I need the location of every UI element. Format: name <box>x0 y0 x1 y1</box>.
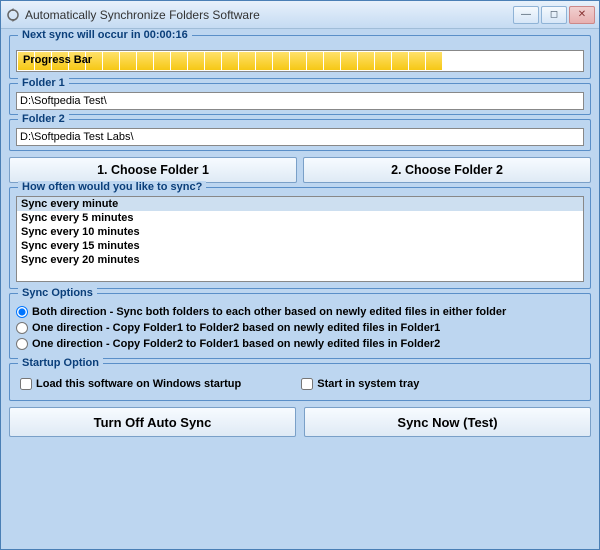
startup-group: Startup Option Load this software on Win… <box>9 363 591 401</box>
load-on-startup-label: Load this software on Windows startup <box>36 378 241 390</box>
load-on-startup-row[interactable]: Load this software on Windows startup <box>20 376 241 392</box>
sync-option-label: One direction - Copy Folder1 to Folder2 … <box>32 322 440 334</box>
sync-option-radio[interactable] <box>16 322 28 334</box>
progress-block <box>154 52 170 70</box>
countdown-group: Next sync will occur in 00:00:16 Progres… <box>9 35 591 79</box>
progress-block <box>273 52 289 70</box>
app-icon <box>5 7 21 23</box>
progress-block <box>324 52 340 70</box>
start-in-tray-label: Start in system tray <box>317 378 419 390</box>
countdown-prefix: Next sync will occur in <box>22 29 144 41</box>
progress-block <box>222 52 238 70</box>
interval-option[interactable]: Sync every minute <box>17 197 583 211</box>
folder1-group: Folder 1 <box>9 83 591 115</box>
interval-option[interactable]: Sync every 15 minutes <box>17 239 583 253</box>
sync-option-radio[interactable] <box>16 306 28 318</box>
turn-off-autosync-button[interactable]: Turn Off Auto Sync <box>9 407 296 437</box>
progress-block <box>375 52 391 70</box>
interval-legend: How often would you like to sync? <box>18 181 206 193</box>
folder2-path-input[interactable] <box>16 128 584 146</box>
sync-option-label: One direction - Copy Folder2 to Folder1 … <box>32 338 440 350</box>
interval-listbox[interactable]: Sync every minuteSync every 5 minutesSyn… <box>16 196 584 282</box>
sync-options-group: Sync Options Both direction - Sync both … <box>9 293 591 359</box>
progress-block <box>460 52 476 70</box>
load-on-startup-checkbox[interactable] <box>20 378 32 390</box>
start-in-tray-row[interactable]: Start in system tray <box>301 376 419 392</box>
progress-blocks <box>17 51 583 71</box>
progress-block <box>205 52 221 70</box>
progress-block <box>256 52 272 70</box>
progress-block <box>409 52 425 70</box>
interval-option[interactable]: Sync every 20 minutes <box>17 253 583 267</box>
window-title: Automatically Synchronize Folders Softwa… <box>25 8 513 22</box>
progress-label: Progress Bar <box>23 54 92 66</box>
progress-block <box>545 52 561 70</box>
maximize-button[interactable]: ◻ <box>541 6 567 24</box>
progress-block <box>341 52 357 70</box>
progress-block <box>528 52 544 70</box>
countdown-time: 00:00:16 <box>144 29 188 41</box>
progress-block <box>103 52 119 70</box>
sync-option-radio[interactable] <box>16 338 28 350</box>
sync-option-row[interactable]: One direction - Copy Folder1 to Folder2 … <box>16 320 584 336</box>
app-window: Automatically Synchronize Folders Softwa… <box>0 0 600 550</box>
sync-now-button[interactable]: Sync Now (Test) <box>304 407 591 437</box>
progress-block <box>307 52 323 70</box>
progress-block <box>188 52 204 70</box>
progress-block <box>511 52 527 70</box>
progress-block <box>290 52 306 70</box>
folder1-legend: Folder 1 <box>18 77 69 89</box>
minimize-button[interactable]: — <box>513 6 539 24</box>
progress-block <box>443 52 459 70</box>
progress-block <box>562 52 578 70</box>
sync-option-row[interactable]: Both direction - Sync both folders to ea… <box>16 304 584 320</box>
choose-folder-row: 1. Choose Folder 1 2. Choose Folder 2 <box>9 157 591 183</box>
progress-block <box>171 52 187 70</box>
progress-block <box>392 52 408 70</box>
progress-block <box>426 52 442 70</box>
window-controls: — ◻ ✕ <box>513 6 595 24</box>
sync-options-legend: Sync Options <box>18 287 97 299</box>
progress-block <box>137 52 153 70</box>
start-in-tray-checkbox[interactable] <box>301 378 313 390</box>
close-button[interactable]: ✕ <box>569 6 595 24</box>
progress-block <box>120 52 136 70</box>
progress-block <box>239 52 255 70</box>
titlebar: Automatically Synchronize Folders Softwa… <box>1 1 599 29</box>
choose-folder2-button[interactable]: 2. Choose Folder 2 <box>303 157 591 183</box>
progress-block <box>358 52 374 70</box>
progress-block <box>477 52 493 70</box>
folder1-path-input[interactable] <box>16 92 584 110</box>
progress-bar: Progress Bar <box>16 50 584 72</box>
choose-folder1-button[interactable]: 1. Choose Folder 1 <box>9 157 297 183</box>
sync-options-container: Both direction - Sync both folders to ea… <box>16 304 584 352</box>
countdown-legend: Next sync will occur in 00:00:16 <box>18 29 192 41</box>
startup-legend: Startup Option <box>18 357 103 369</box>
folder2-group: Folder 2 <box>9 119 591 151</box>
progress-block <box>494 52 510 70</box>
sync-option-label: Both direction - Sync both folders to ea… <box>32 306 506 318</box>
sync-option-row[interactable]: One direction - Copy Folder2 to Folder1 … <box>16 336 584 352</box>
interval-option[interactable]: Sync every 10 minutes <box>17 225 583 239</box>
interval-option[interactable]: Sync every 5 minutes <box>17 211 583 225</box>
folder2-legend: Folder 2 <box>18 113 69 125</box>
bottom-button-row: Turn Off Auto Sync Sync Now (Test) <box>9 407 591 437</box>
interval-group: How often would you like to sync? Sync e… <box>9 187 591 289</box>
startup-checks: Load this software on Windows startup St… <box>16 374 584 394</box>
progress-row: Progress Bar <box>16 46 584 72</box>
client-area: Next sync will occur in 00:00:16 Progres… <box>1 29 599 549</box>
